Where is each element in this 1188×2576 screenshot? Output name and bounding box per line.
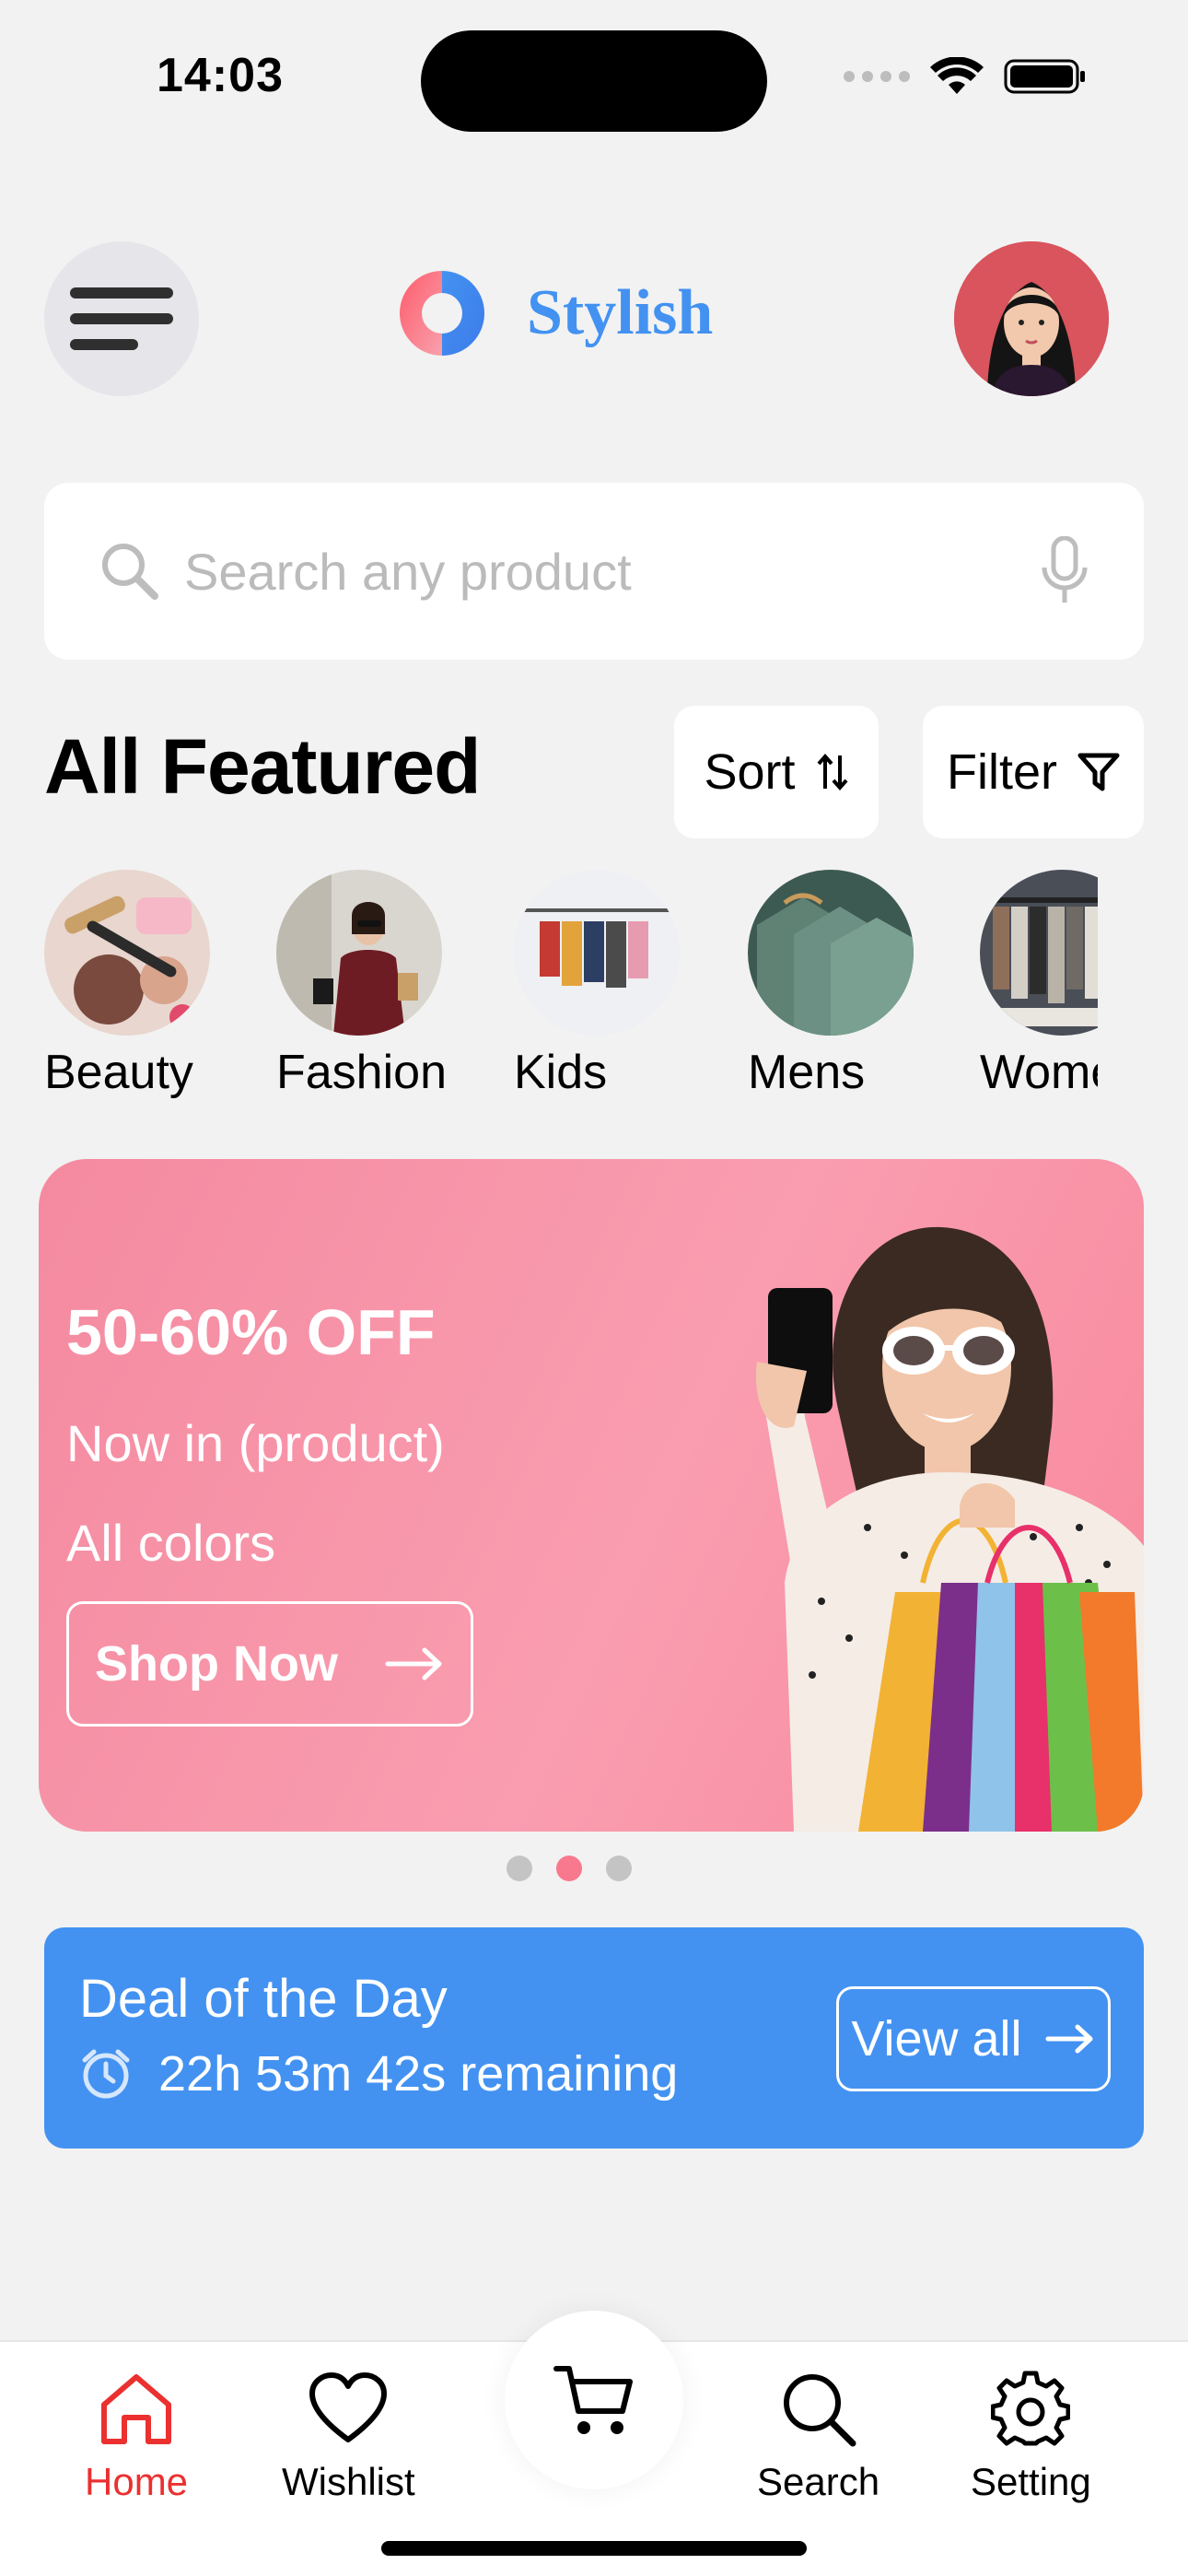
category-image (514, 870, 680, 1036)
avatar[interactable] (954, 241, 1109, 396)
nav-setting-label: Setting (971, 2460, 1091, 2503)
arrow-right-icon (385, 1647, 442, 1680)
microphone-icon[interactable] (1039, 536, 1090, 606)
banner-colors-text: All colors (66, 1514, 276, 1572)
category-list: Beauty Fashion Kids Mens Wom (44, 870, 1098, 1109)
search-bar[interactable] (44, 483, 1144, 660)
category-image (748, 870, 914, 1036)
nav-setting[interactable]: Setting (971, 2370, 1091, 2504)
promo-banner[interactable]: 50-60% OFF Now in (product) All colors S… (39, 1159, 1144, 1832)
shop-now-label: Shop Now (95, 1636, 338, 1692)
nav-home[interactable]: Home (85, 2370, 188, 2504)
category-label: Fashion (276, 1046, 447, 1099)
menu-icon (70, 287, 173, 299)
home-indicator (381, 2541, 807, 2556)
sort-arrows-icon (817, 753, 848, 791)
home-icon (101, 2374, 172, 2444)
section-title: All Featured (44, 723, 481, 810)
arrow-right-icon (1045, 2024, 1093, 2054)
nav-wishlist-label: Wishlist (282, 2460, 415, 2503)
category-label: Womens (980, 1046, 1098, 1099)
category-image (276, 870, 442, 1036)
search-input[interactable] (184, 541, 1039, 602)
view-all-label: View all (851, 2011, 1022, 2067)
banner-model-image (756, 1226, 1144, 1832)
carousel-dot[interactable] (606, 1856, 632, 1881)
brand-logo: Stylish (381, 265, 713, 361)
logo-mark-icon (400, 271, 484, 356)
category-womens[interactable]: Womens (980, 870, 1098, 1099)
banner-subtitle: Now in (product) (66, 1414, 445, 1472)
filter-button[interactable]: Filter (923, 706, 1144, 838)
category-mens[interactable]: Mens (748, 870, 932, 1099)
deal-title: Deal of the Day (79, 1969, 448, 2029)
deal-countdown: 22h 53m 42s remaining (79, 2045, 678, 2102)
shopping-cart-icon (553, 2366, 633, 2434)
category-label: Beauty (44, 1046, 193, 1099)
gear-icon (991, 2371, 1071, 2446)
search-icon (783, 2374, 856, 2447)
cellular-signal-icon (844, 71, 910, 82)
carousel-dot[interactable] (507, 1856, 532, 1881)
category-kids[interactable]: Kids (514, 870, 698, 1099)
nav-home-label: Home (85, 2460, 189, 2503)
shop-now-button[interactable]: Shop Now (66, 1601, 473, 1727)
sort-button[interactable]: Sort (674, 706, 879, 838)
status-icons (844, 57, 1087, 96)
filter-label: Filter (947, 744, 1057, 800)
category-image (44, 870, 210, 1036)
brand-name: Stylish (527, 277, 714, 348)
battery-icon (1004, 59, 1085, 94)
search-icon (102, 544, 158, 600)
heart-icon (309, 2372, 388, 2442)
nav-search[interactable]: Search (757, 2370, 879, 2504)
banner-title: 50-60% OFF (66, 1296, 436, 1368)
nav-search-label: Search (757, 2460, 880, 2503)
nav-wishlist[interactable]: Wishlist (282, 2370, 415, 2504)
cart-button[interactable] (505, 2311, 683, 2489)
alarm-clock-icon (82, 2049, 130, 2099)
category-image (980, 870, 1098, 1036)
category-fashion[interactable]: Fashion (276, 870, 460, 1099)
carousel-dot-active[interactable] (556, 1856, 582, 1881)
deal-of-the-day-card: Deal of the Day 22h 53m 42s remaining Vi… (44, 1927, 1144, 2149)
dynamic-island (421, 30, 767, 132)
carousel-indicator[interactable] (507, 1856, 632, 1881)
sort-label: Sort (704, 744, 796, 800)
category-beauty[interactable]: Beauty (44, 870, 228, 1099)
wifi-icon (930, 57, 984, 94)
view-all-button[interactable]: View all (836, 1986, 1111, 2091)
status-time: 14:03 (157, 49, 284, 102)
menu-button[interactable] (44, 241, 199, 396)
category-label: Kids (514, 1046, 608, 1099)
category-label: Mens (748, 1046, 866, 1099)
countdown-text: 22h 53m 42s remaining (158, 2046, 679, 2102)
filter-funnel-icon (1077, 753, 1120, 791)
